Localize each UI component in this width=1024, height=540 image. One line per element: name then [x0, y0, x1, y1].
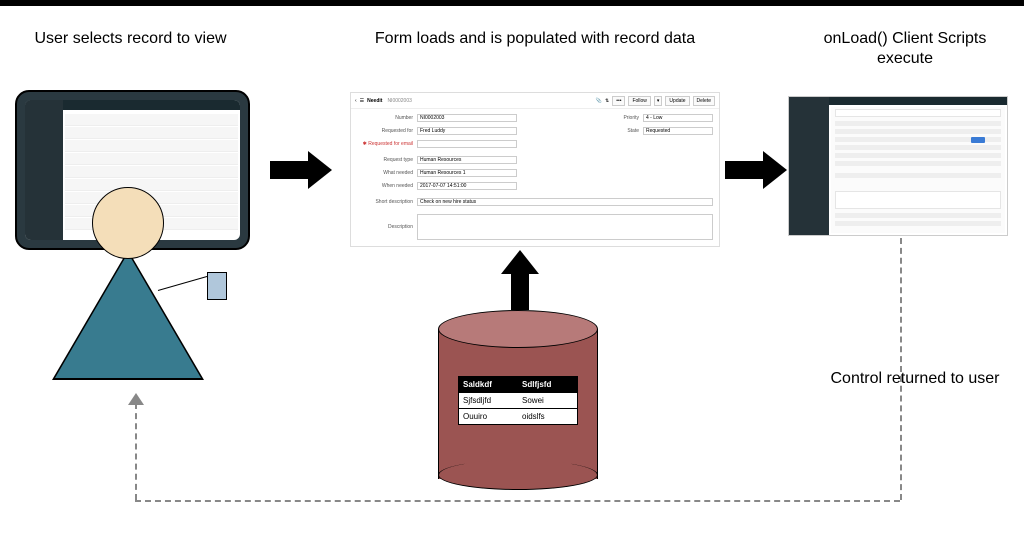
form-title: Needit	[367, 98, 382, 104]
what-needed-value: Human Resources 1	[417, 169, 517, 177]
db-cell-r2c1: Ouuiro	[459, 409, 518, 424]
when-needed-label: When needed	[357, 183, 417, 189]
what-needed-label: What needed	[357, 170, 417, 176]
return-path-up	[135, 403, 137, 500]
user-body	[55, 253, 201, 378]
db-cell-r1c1: Sjfsdljfd	[459, 393, 518, 408]
return-arrow-head	[128, 393, 144, 405]
user-cup	[207, 272, 227, 300]
database-cylinder: Saldkdf Sdlfjsfd Sjfsdljfd Sowei Ouuiro …	[438, 310, 598, 490]
stage2-form: ‹ ☰ Needit NI0002003 📎 ⇅ ••• Follow ▾ Up…	[350, 92, 720, 247]
priority-value: 4 - Low	[643, 114, 713, 122]
hamburger-icon: ☰	[360, 98, 364, 104]
stage3-blue-button	[971, 137, 985, 143]
number-label: Number	[357, 115, 417, 121]
state-value: Requested	[643, 127, 713, 135]
follow-button: Follow	[628, 96, 650, 106]
database-table: Saldkdf Sdlfjsfd Sjfsdljfd Sowei Ouuiro …	[458, 376, 578, 425]
return-path-down	[900, 238, 902, 500]
delete-button: Delete	[693, 96, 715, 106]
ellipsis-button: •••	[612, 96, 625, 106]
db-header-1: Saldkdf	[459, 377, 518, 392]
top-black-bar	[0, 0, 1024, 6]
follow-dropdown-icon: ▾	[654, 96, 663, 106]
requested-for-email-value	[417, 140, 517, 148]
caption-stage1: User selects record to view	[18, 30, 243, 48]
attachment-icon: 📎	[596, 98, 602, 104]
update-button: Update	[665, 96, 689, 106]
db-cell-r2c2: oidslfs	[518, 409, 577, 424]
priority-label: Priority	[603, 115, 643, 121]
return-path-left	[135, 500, 900, 502]
number-value: NI0002003	[417, 114, 517, 122]
activity-icon: ⇅	[605, 98, 609, 104]
requested-for-value: Fred Luddy	[417, 127, 517, 135]
caption-return: Control returned to user	[810, 370, 1020, 388]
requested-for-email-label: ✱ Requested for email	[357, 141, 417, 147]
state-label: State	[603, 128, 643, 134]
description-label: Description	[357, 224, 417, 230]
short-description-label: Short description	[357, 199, 417, 205]
when-needed-value: 2017-07-07 14:51:00	[417, 182, 517, 190]
caption-stage3-l1: onLoad() Client Scripts	[800, 30, 1010, 48]
caption-stage3-l2: execute	[800, 50, 1010, 68]
user-head	[92, 187, 164, 259]
request-type-value: Human Resources	[417, 156, 517, 164]
db-header-2: Sdlfjsfd	[518, 377, 577, 392]
short-description-value: Check on new hire status	[417, 198, 713, 206]
caption-stage2: Form loads and is populated with record …	[330, 30, 740, 48]
description-value	[417, 214, 713, 240]
db-cell-r1c2: Sowei	[518, 393, 577, 408]
form-record-id: NI0002003	[387, 98, 411, 104]
form-header: ‹ ☰ Needit NI0002003 📎 ⇅ ••• Follow ▾ Up…	[351, 93, 719, 109]
requested-for-label: Requested for	[357, 128, 417, 134]
request-type-label: Request type	[357, 157, 417, 163]
stage3-screenshot	[788, 96, 1008, 236]
back-icon: ‹	[355, 98, 357, 104]
